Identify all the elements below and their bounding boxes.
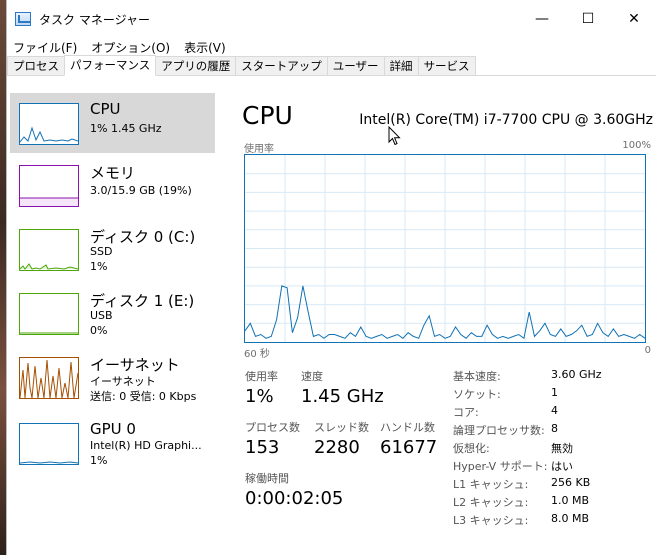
tab-strip: プロセス パフォーマンス アプリの履歴 スタートアップ ユーザー 詳細 サービス [7, 55, 656, 76]
cpu-model-name: Intel(R) Core(TM) i7-7700 CPU @ 3.60GHz [359, 112, 653, 128]
detail-key: 仮想化: [453, 442, 490, 455]
process-count-label: プロセス数 [245, 421, 300, 434]
sidebar-disk1-type: USB [90, 309, 113, 322]
detail-value: はい [551, 460, 573, 473]
cpu-thumbnail [19, 103, 79, 145]
title-bar: タスク マネージャー — ☐ ✕ [7, 0, 656, 38]
sidebar-gpu-name: Intel(R) HD Graphi... [90, 439, 202, 452]
sidebar-disk0-title: ディスク 0 (C:) [90, 228, 196, 246]
page-title: CPU [242, 101, 293, 130]
detail-key: Hyper-V サポート: [453, 460, 548, 473]
detail-key: L2 キャッシュ: [453, 496, 529, 509]
gpu-thumbnail [19, 423, 79, 465]
menu-file[interactable]: ファイル(F) [13, 39, 77, 56]
detail-value: 1 [551, 386, 558, 399]
graph-label: 使用率 [244, 144, 274, 155]
sidebar-disk0-usage: 1% [90, 260, 108, 273]
task-manager-window: タスク マネージャー — ☐ ✕ ファイル(F) オプション(O) 表示(V) … [6, 0, 656, 555]
detail-value: 4 [551, 404, 558, 417]
window-title: タスク マネージャー [39, 12, 150, 27]
sidebar-item-disk0[interactable]: ディスク 0 (C:) SSD 1% [10, 219, 215, 279]
cpu-usage-graph [244, 154, 646, 343]
sidebar-ethernet-adapter: イーサネット [90, 375, 156, 388]
sidebar-memory-sub: 3.0/15.9 GB (19%) [90, 184, 192, 197]
tab-app-history[interactable]: アプリの履歴 [155, 56, 237, 75]
sidebar-cpu-sub: 1% 1.45 GHz [90, 122, 162, 135]
tab-startup[interactable]: スタートアップ [235, 56, 328, 75]
tab-users[interactable]: ユーザー [326, 56, 385, 75]
detail-key: 基本速度: [453, 370, 501, 383]
detail-value: 8.0 MB [551, 512, 590, 525]
handle-count-label: ハンドル数 [380, 421, 435, 434]
graph-axis-start: 60 秒 [244, 349, 270, 360]
disk0-thumbnail [19, 229, 79, 271]
tab-services[interactable]: サービス [417, 56, 476, 75]
sidebar-cpu-title: CPU [90, 100, 121, 118]
resource-sidebar: CPU 1% 1.45 GHz メモリ 3.0/15.9 GB (19%) ディ… [7, 91, 215, 555]
sidebar-item-cpu[interactable]: CPU 1% 1.45 GHz [10, 93, 215, 153]
maximize-button[interactable]: ☐ [565, 0, 611, 38]
minimize-icon: — [535, 11, 549, 27]
detail-key: L1 キャッシュ: [453, 478, 529, 491]
detail-value: 1.0 MB [551, 494, 590, 507]
ethernet-thumbnail [19, 357, 79, 399]
detail-value: 8 [551, 422, 558, 435]
sidebar-gpu-title: GPU 0 [90, 420, 136, 438]
detail-value: 256 KB [551, 476, 591, 489]
sidebar-gpu-usage: 1% [90, 454, 108, 467]
maximize-icon: ☐ [581, 11, 595, 27]
disk1-thumbnail [19, 293, 79, 335]
minimize-button[interactable]: — [519, 0, 565, 38]
sidebar-ethernet-throughput: 送信: 0 受信: 0 Kbps [90, 390, 197, 403]
sidebar-item-disk1[interactable]: ディスク 1 (E:) USB 0% [10, 283, 215, 343]
graph-axis-end: 0 [644, 345, 651, 356]
sidebar-ethernet-title: イーサネット [90, 356, 180, 374]
detail-key: L3 キャッシュ: [453, 514, 529, 527]
thread-count-label: スレッド数 [314, 421, 369, 434]
usage-value: 1% [245, 386, 274, 407]
cpu-detail-panel: CPU Intel(R) Core(TM) i7-7700 CPU @ 3.60… [215, 91, 656, 555]
sidebar-memory-title: メモリ [90, 164, 136, 182]
sidebar-item-ethernet[interactable]: イーサネット イーサネット 送信: 0 受信: 0 Kbps [10, 347, 215, 407]
speed-value: 1.45 GHz [301, 386, 384, 407]
handle-count-value: 61677 [380, 437, 438, 458]
detail-value: 3.60 GHz [551, 368, 602, 381]
process-count-value: 153 [245, 437, 280, 458]
thread-count-value: 2280 [314, 437, 360, 458]
sidebar-disk0-type: SSD [90, 245, 113, 258]
memory-thumbnail [19, 165, 79, 207]
close-icon: ✕ [628, 11, 640, 27]
usage-label: 使用率 [245, 370, 278, 383]
task-manager-icon [15, 12, 31, 26]
tab-processes[interactable]: プロセス [7, 56, 65, 75]
sidebar-item-memory[interactable]: メモリ 3.0/15.9 GB (19%) [10, 155, 215, 215]
close-button[interactable]: ✕ [611, 0, 656, 38]
detail-value: 無効 [551, 442, 573, 455]
mouse-cursor-icon [388, 126, 401, 146]
sidebar-disk1-usage: 0% [90, 324, 108, 337]
sidebar-disk1-title: ディスク 1 (E:) [90, 292, 195, 310]
sidebar-item-gpu0[interactable]: GPU 0 Intel(R) HD Graphi... 1% [10, 413, 215, 473]
speed-label: 速度 [301, 370, 323, 383]
menu-options[interactable]: オプション(O) [91, 39, 170, 56]
tab-details[interactable]: 詳細 [383, 56, 419, 75]
menu-view[interactable]: 表示(V) [184, 39, 226, 56]
uptime-label: 稼働時間 [245, 472, 289, 485]
cpu-usage-chart [244, 155, 646, 342]
graph-max-label: 100% [622, 140, 651, 151]
uptime-value: 0:00:02:05 [245, 488, 344, 509]
detail-key: コア: [453, 406, 479, 419]
tab-performance[interactable]: パフォーマンス [64, 55, 157, 76]
menu-bar: ファイル(F) オプション(O) 表示(V) [7, 38, 656, 56]
detail-key: ソケット: [453, 388, 501, 401]
detail-key: 論理プロセッサ数: [453, 424, 545, 437]
